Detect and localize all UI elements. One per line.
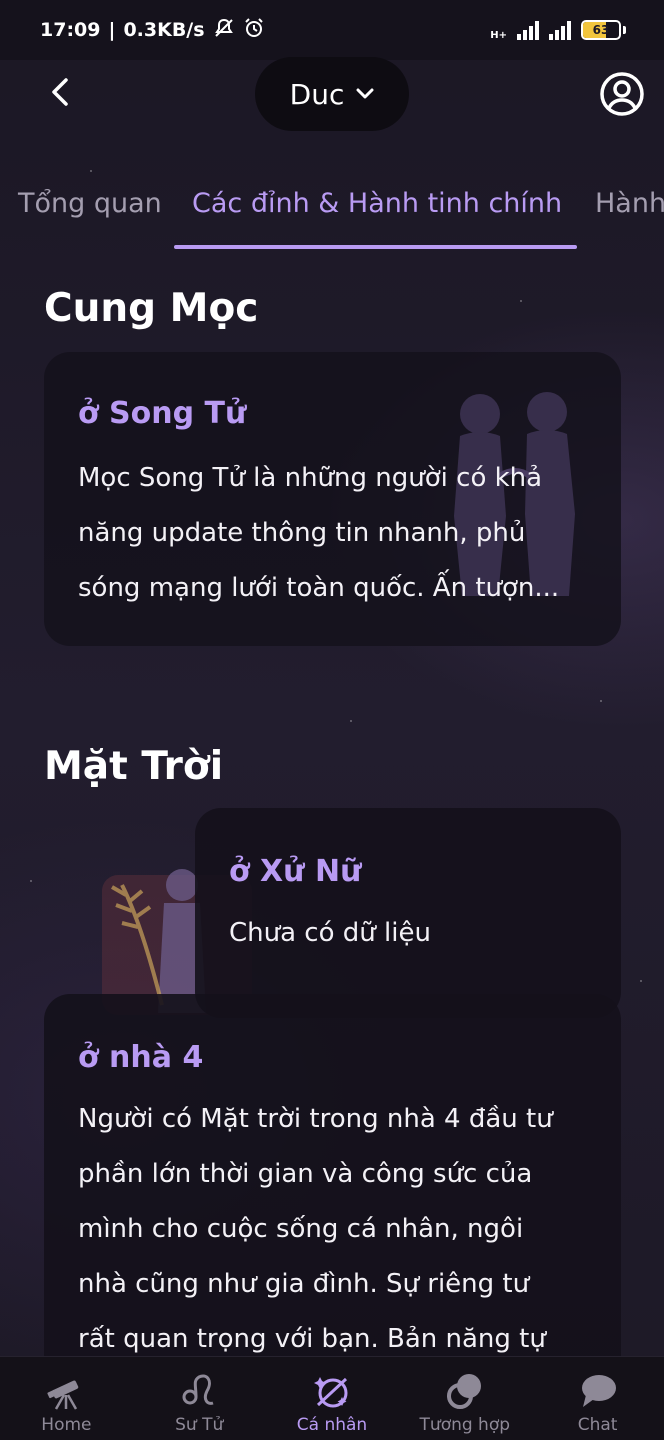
profile-name: Duc <box>289 77 345 111</box>
nav-compatibility[interactable]: Tương hợp <box>398 1357 531 1440</box>
sun-house-description: Người có Mặt trời trong nhà 4 đầu tư phầ… <box>78 1092 553 1367</box>
ascendant-sign-label: ở Song Tử <box>78 396 247 431</box>
sun-house-card[interactable]: ở nhà 4 Người có Mặt trời trong nhà 4 đầ… <box>44 994 621 1414</box>
nav-label-leo: Sư Tử <box>175 1415 224 1435</box>
telescope-icon <box>46 1371 86 1411</box>
leo-icon <box>179 1371 219 1411</box>
status-network-speed: 0.3KB/s <box>123 19 205 41</box>
network-type-label: H+ <box>490 29 507 41</box>
nav-leo[interactable]: Sư Tử <box>133 1357 266 1440</box>
mute-icon <box>213 17 235 44</box>
compatibility-icon <box>445 1371 485 1411</box>
chat-bubble-icon <box>578 1371 618 1411</box>
account-button[interactable] <box>598 70 646 118</box>
star-decoration <box>520 300 522 302</box>
user-circle-icon <box>600 72 644 116</box>
text-line: sóng mạng lưới toàn quốc. Ấn tượn... <box>78 573 560 603</box>
nav-personal[interactable]: Cá nhân <box>266 1357 399 1440</box>
battery-icon: 63 <box>581 20 621 40</box>
bottom-navigation: Home Sư Tử Cá nhân Tương hợp Chat <box>0 1356 664 1440</box>
sun-sign-description: Chưa có dữ liệu <box>229 918 431 948</box>
sun-sign-label: ở Xử Nữ <box>229 854 362 889</box>
text-line: phần lớn thời gian và công sức của <box>78 1159 533 1189</box>
tab-bar: Tổng quan Các đỉnh & Hành tinh chính Hàn… <box>0 180 664 250</box>
status-right: H+ 63 <box>490 20 626 41</box>
star-decoration <box>30 880 32 882</box>
status-separator: | <box>108 19 116 41</box>
star-decoration <box>350 720 352 722</box>
sun-house-label: ở nhà 4 <box>78 1040 204 1075</box>
chevron-left-icon <box>52 78 68 106</box>
battery-tip <box>623 26 626 34</box>
profile-switcher-dropdown[interactable]: Duc <box>255 57 409 131</box>
alarm-icon <box>243 17 265 44</box>
nav-chat[interactable]: Chat <box>531 1357 664 1440</box>
app-screen: 17:09 | 0.3KB/s H+ 63 Duc Tổng quan Các … <box>0 0 664 1440</box>
nav-home[interactable]: Home <box>0 1357 133 1440</box>
section-title-ascendant: Cung Mọc <box>44 286 259 331</box>
active-tab-indicator <box>174 245 577 249</box>
star-decoration <box>640 980 642 982</box>
signal-icon <box>549 20 571 40</box>
text-line: mình cho cuộc sống cá nhân, ngôi <box>78 1214 524 1244</box>
tab-angles-planets[interactable]: Các đỉnh & Hành tinh chính <box>192 188 562 219</box>
personal-chart-icon <box>312 1371 352 1411</box>
tab-planets[interactable]: Hành <box>595 188 664 219</box>
back-button[interactable] <box>40 72 80 112</box>
sun-sign-card[interactable]: ở Xử Nữ Chưa có dữ liệu <box>195 808 621 1018</box>
ascendant-card[interactable]: ở Song Tử Mọc Song Tử là những người có … <box>44 352 621 646</box>
text-line: Mọc Song Tử là những người có khả <box>78 463 543 493</box>
section-title-sun: Mặt Trời <box>44 744 224 789</box>
star-decoration <box>90 170 92 172</box>
chevron-down-icon <box>356 88 374 99</box>
nav-label-personal: Cá nhân <box>296 1415 368 1435</box>
tab-overview[interactable]: Tổng quan <box>18 188 162 219</box>
text-line: Người có Mặt trời trong nhà 4 đầu tư <box>78 1104 553 1134</box>
star-decoration <box>600 700 602 702</box>
status-left: 17:09 | 0.3KB/s <box>40 17 265 44</box>
nav-label-home: Home <box>41 1415 92 1435</box>
status-bar: 17:09 | 0.3KB/s H+ 63 <box>0 0 664 60</box>
status-time: 17:09 <box>40 19 101 41</box>
nav-label-chat: Chat <box>577 1415 618 1435</box>
text-line: nhà cũng như gia đình. Sự riêng tư <box>78 1269 530 1299</box>
nav-label-compatibility: Tương hợp <box>419 1415 511 1435</box>
battery-level: 63 <box>592 23 610 37</box>
ascendant-description: Mọc Song Tử là những người có khả năng u… <box>78 451 559 616</box>
text-line: năng update thông tin nhanh, phủ <box>78 518 526 548</box>
signal-icon <box>517 20 539 40</box>
